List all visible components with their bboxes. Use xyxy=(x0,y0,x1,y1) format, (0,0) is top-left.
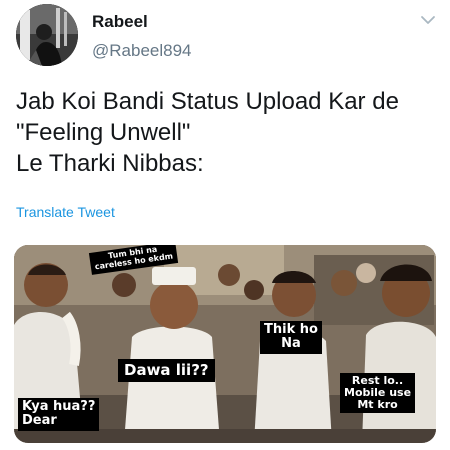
translate-tweet-link[interactable]: Translate Tweet xyxy=(16,204,115,220)
meme-caption: Rest lo.. Mobile use Mt kro xyxy=(340,373,416,414)
tweet-line: Jab Koi Bandi Status Upload Kar de xyxy=(16,88,399,115)
tweet-text: Jab Koi Bandi Status Upload Kar de "Feel… xyxy=(16,86,436,179)
display-name[interactable]: Rabeel xyxy=(92,12,148,32)
avatar-image xyxy=(16,4,78,66)
meme-caption: Kya hua?? Dear xyxy=(18,398,100,431)
tweet-line: Le Tharki Nibbas: xyxy=(16,150,204,177)
chevron-down-icon[interactable] xyxy=(420,14,436,26)
meme-caption: Dawa lii?? xyxy=(118,359,215,382)
meme-caption: Thik ho Na xyxy=(260,321,322,354)
user-handle[interactable]: @Rabeel894 xyxy=(92,41,192,61)
tweet-line: "Feeling Unwell" xyxy=(16,119,191,146)
avatar[interactable] xyxy=(16,4,78,66)
meme-image[interactable]: Tum bhi na careless ho ekdm Thik ho Na D… xyxy=(14,245,436,443)
tweet-card[interactable]: Rabeel @Rabeel894 Jab Koi Bandi Status U… xyxy=(0,0,450,450)
